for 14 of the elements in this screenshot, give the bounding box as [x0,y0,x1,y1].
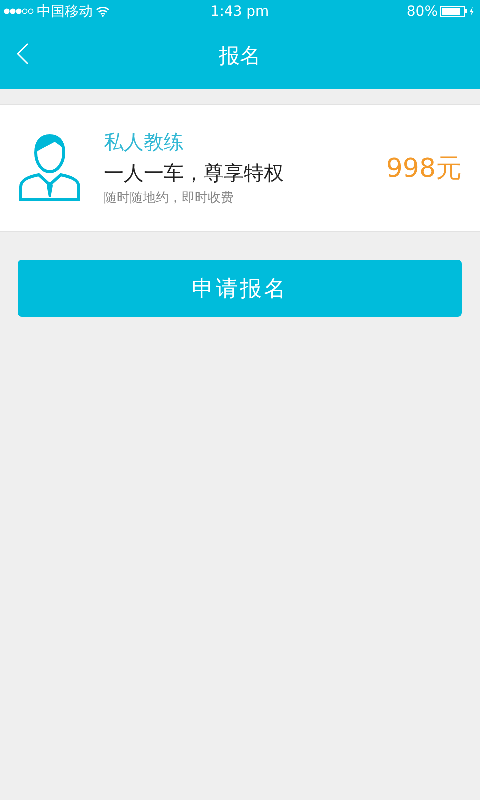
plan-headline: 一人一车，尊享特权 [104,160,285,187]
apply-button[interactable]: 申请报名 [18,260,462,317]
wifi-icon [96,6,110,17]
avatar-icon [18,133,82,203]
back-icon[interactable] [17,43,29,65]
plan-name: 私人教练 [104,129,185,156]
carrier-name: 中国移动 [37,2,93,20]
plan-price: 998元 [386,152,462,186]
battery-icon [440,6,476,17]
page-title: 报名 [219,43,261,70]
status-time: 1:43 pm [210,4,270,20]
signal-icon [4,8,34,15]
battery-percent: 80% [406,4,438,20]
plan-note: 随时随地约，即时收费 [104,190,235,207]
